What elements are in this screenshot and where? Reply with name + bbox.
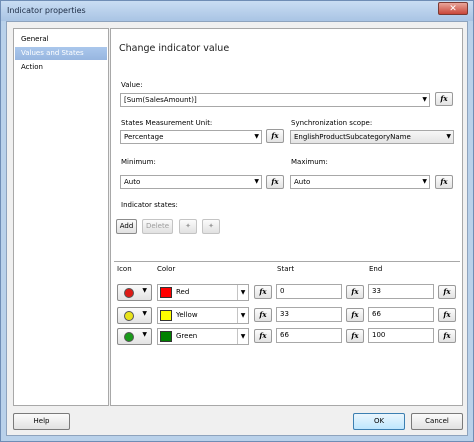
color-picker[interactable]: Green ▼	[157, 328, 249, 345]
end-fx-button[interactable]: fx	[438, 285, 456, 299]
nav-item-action[interactable]: Action	[15, 61, 107, 74]
help-button[interactable]: Help	[13, 413, 70, 430]
chevron-down-icon: ▼	[142, 331, 147, 338]
sync-scope-combo[interactable]: EnglishProductSubcategoryName ▼	[290, 130, 454, 144]
maximum-combo[interactable]: Auto ▼	[290, 175, 430, 189]
chevron-down-icon: ▼	[237, 308, 248, 323]
indicator-states-grid: Icon Color Start End ▼ Red ▼ fx 0 fx 33	[114, 261, 460, 403]
red-circle-icon	[124, 288, 134, 298]
chevron-down-icon: ▼	[142, 310, 147, 317]
start-fx-button[interactable]: fx	[346, 329, 364, 343]
color-name: Green	[176, 332, 198, 340]
measurement-unit-combo[interactable]: Percentage ▼	[120, 130, 262, 144]
maximum-fx-button[interactable]: fx	[435, 175, 453, 189]
add-state-button[interactable]: Add	[116, 219, 137, 234]
value-label: Value:	[121, 81, 143, 89]
start-input[interactable]: 66	[276, 328, 342, 343]
ok-button[interactable]: OK	[353, 413, 405, 430]
color-picker[interactable]: Red ▼	[157, 284, 249, 301]
header-end: End	[369, 265, 383, 273]
minimum-value: Auto	[124, 178, 141, 186]
maximum-value: Auto	[294, 178, 311, 186]
content-pane: Change indicator value Value: [Sum(Sales…	[110, 28, 463, 406]
chevron-down-icon: ▼	[422, 178, 427, 185]
end-input[interactable]: 33	[368, 284, 434, 299]
window-title: Indicator properties	[7, 6, 86, 15]
page-title: Change indicator value	[119, 43, 230, 54]
measurement-unit-fx-button[interactable]: fx	[266, 129, 284, 143]
chevron-down-icon: ▼	[254, 178, 259, 185]
move-up-icon: ✦	[185, 222, 191, 230]
minimum-combo[interactable]: Auto ▼	[120, 175, 262, 189]
start-input[interactable]: 0	[276, 284, 342, 299]
end-input[interactable]: 66	[368, 307, 434, 322]
chevron-down-icon: ▼	[237, 329, 248, 344]
color-fx-button[interactable]: fx	[254, 329, 272, 343]
sidebar-nav: General Values and States Action	[13, 28, 109, 406]
chevron-down-icon: ▼	[446, 133, 451, 140]
header-start: Start	[277, 265, 295, 273]
sync-scope-label: Synchronization scope:	[291, 119, 373, 127]
color-name: Yellow	[176, 311, 198, 319]
chevron-down-icon: ▼	[237, 285, 248, 300]
chevron-down-icon: ▼	[254, 133, 259, 140]
chevron-down-icon: ▼	[422, 96, 427, 103]
indicator-states-label: Indicator states:	[121, 201, 178, 209]
nav-item-general[interactable]: General	[15, 33, 107, 46]
move-up-button[interactable]: ✦	[179, 219, 197, 234]
close-button[interactable]: ✕	[438, 2, 468, 15]
minimum-fx-button[interactable]: fx	[266, 175, 284, 189]
start-fx-button[interactable]: fx	[346, 308, 364, 322]
nav-item-values-and-states[interactable]: Values and States	[15, 47, 107, 60]
dialog-window: Indicator properties ✕ General Values an…	[0, 0, 474, 442]
cancel-button[interactable]: Cancel	[411, 413, 463, 430]
delete-state-button[interactable]: Delete	[142, 219, 173, 234]
header-color: Color	[157, 265, 176, 273]
value-combo[interactable]: [Sum(SalesAmount)] ▼	[120, 93, 430, 107]
color-swatch	[160, 331, 172, 342]
minimum-label: Minimum:	[121, 158, 156, 166]
icon-picker[interactable]: ▼	[117, 284, 152, 301]
title-bar[interactable]: Indicator properties ✕	[1, 1, 473, 21]
value-text: [Sum(SalesAmount)]	[124, 96, 197, 104]
color-fx-button[interactable]: fx	[254, 285, 272, 299]
chevron-down-icon: ▼	[142, 287, 147, 294]
end-fx-button[interactable]: fx	[438, 329, 456, 343]
value-fx-button[interactable]: fx	[435, 92, 453, 106]
yellow-circle-icon	[124, 311, 134, 321]
color-name: Red	[176, 288, 190, 296]
move-down-button[interactable]: ✦	[202, 219, 220, 234]
sync-scope-value: EnglishProductSubcategoryName	[294, 133, 411, 141]
measurement-unit-value: Percentage	[124, 133, 164, 141]
move-down-icon: ✦	[208, 222, 214, 230]
color-swatch	[160, 287, 172, 298]
header-icon: Icon	[117, 265, 132, 273]
end-fx-button[interactable]: fx	[438, 308, 456, 322]
color-picker[interactable]: Yellow ▼	[157, 307, 249, 324]
start-input[interactable]: 33	[276, 307, 342, 322]
icon-picker[interactable]: ▼	[117, 328, 152, 345]
green-circle-icon	[124, 332, 134, 342]
start-fx-button[interactable]: fx	[346, 285, 364, 299]
end-input[interactable]: 100	[368, 328, 434, 343]
maximum-label: Maximum:	[291, 158, 328, 166]
color-swatch	[160, 310, 172, 321]
close-icon: ✕	[449, 4, 457, 14]
icon-picker[interactable]: ▼	[117, 307, 152, 324]
color-fx-button[interactable]: fx	[254, 308, 272, 322]
measurement-unit-label: States Measurement Unit:	[121, 119, 213, 127]
dialog-client: General Values and States Action Change …	[6, 21, 468, 436]
